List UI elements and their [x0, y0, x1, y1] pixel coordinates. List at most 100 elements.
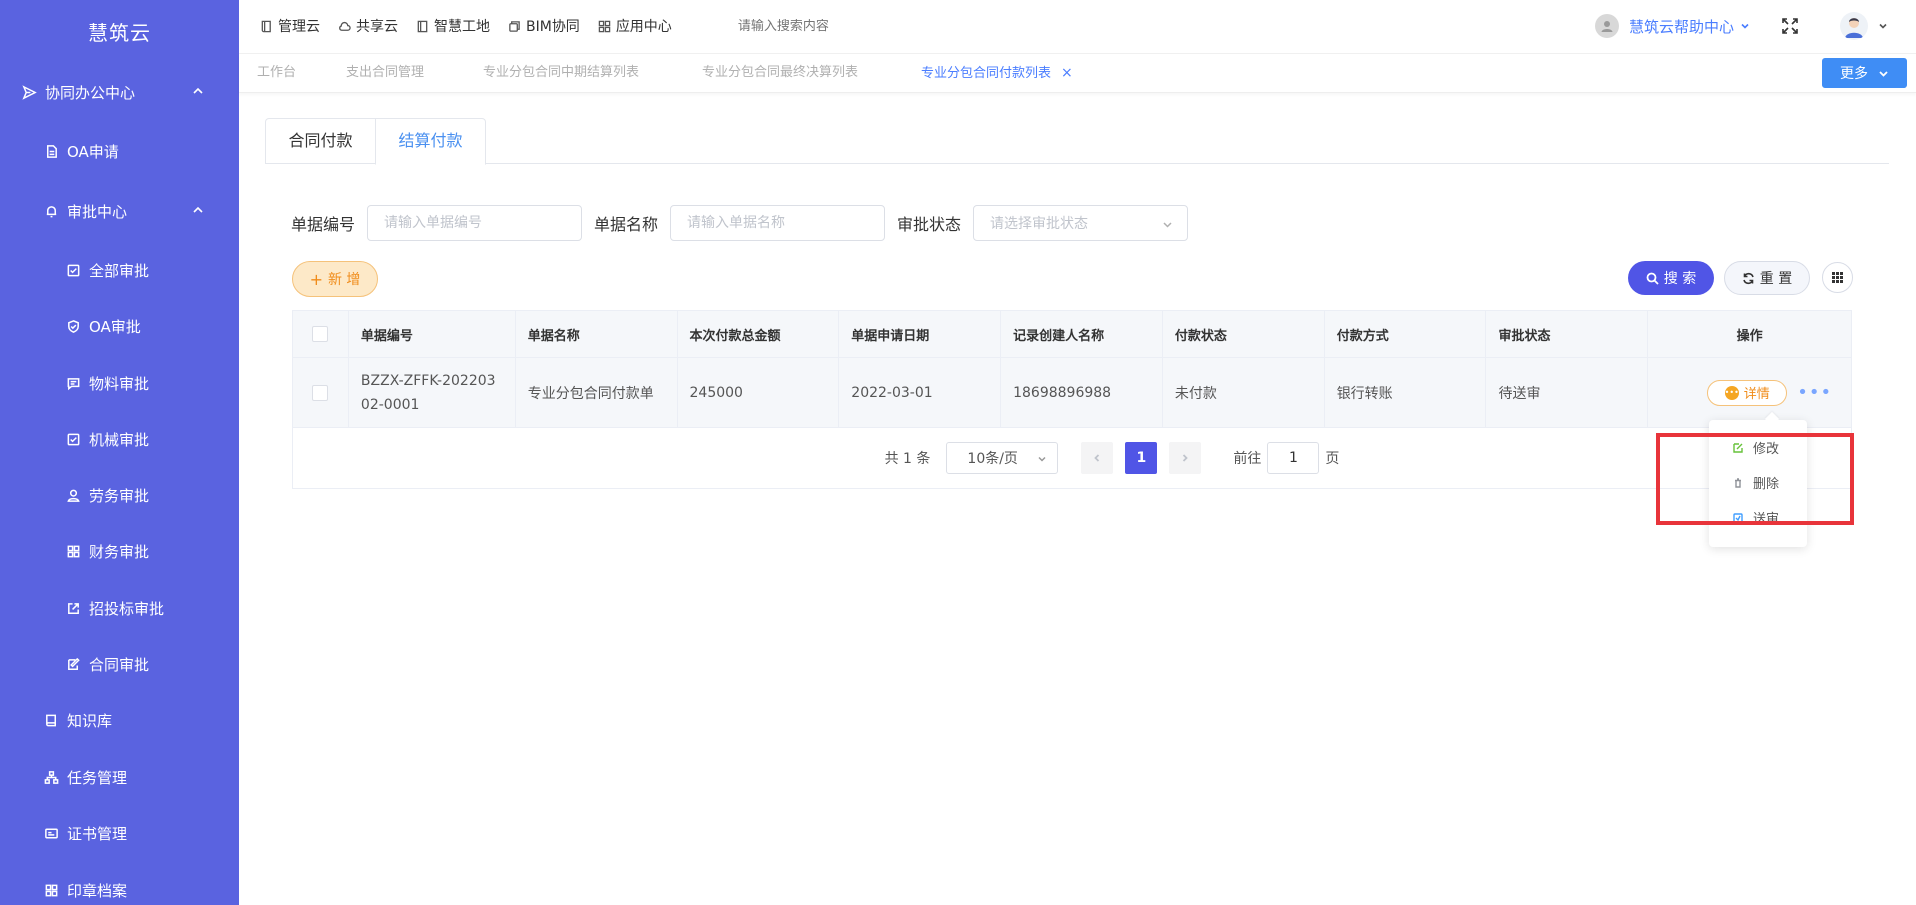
sidebar-item-all-approvals[interactable]: 全部审批: [0, 250, 239, 290]
search-label: 搜 索: [1663, 271, 1697, 287]
sidebar-item-approval-center[interactable]: 审批中心: [0, 191, 239, 231]
goto-page-input[interactable]: [1267, 442, 1320, 474]
chevron-down-icon: [1038, 456, 1046, 462]
sidebar-item-contract-approval[interactable]: 合同审批: [0, 644, 239, 684]
refresh-icon: [1742, 272, 1754, 284]
sidebar-item-bidding-approval[interactable]: 招投标审批: [0, 588, 239, 628]
fullscreen-icon[interactable]: [1780, 16, 1800, 36]
bell-icon: [43, 203, 59, 219]
topnav-label: 共享云: [356, 19, 398, 35]
add-label: 新 增: [327, 272, 361, 288]
grid-icon: [65, 543, 81, 559]
doc-name-input[interactable]: [670, 205, 886, 241]
sidebar-item-collab-office[interactable]: 协同办公中心: [0, 72, 239, 112]
tab-contract-payment[interactable]: 合同付款: [265, 118, 376, 164]
trash-icon: [1735, 477, 1741, 488]
cell-doc-name: 专业分包合同付款单: [516, 358, 678, 427]
sidebar-item-oa-approval[interactable]: OA审批: [0, 306, 239, 346]
app-logo: 慧筑云: [88, 20, 151, 45]
topnav-bim[interactable]: BIM协同: [508, 16, 580, 36]
book-icon: [261, 20, 271, 32]
tab-payment-list[interactable]: 专业分包合同付款列表 ×: [921, 54, 1073, 94]
user-avatar[interactable]: [1840, 12, 1868, 40]
main-content: 合同付款 结算付款 单据编号 单据名称 审批状态 请选择审批状态 + 新 增 搜…: [265, 118, 1889, 489]
topnav-label: 管理云: [278, 19, 320, 35]
sidebar-item-task-management[interactable]: 任务管理: [0, 757, 239, 797]
topnav-management-cloud[interactable]: 管理云: [260, 16, 320, 36]
topnav-share-cloud[interactable]: 共享云: [338, 16, 398, 36]
select-all-checkbox[interactable]: [312, 326, 329, 342]
tab-interim-settlement[interactable]: 专业分包合同中期结算列表: [483, 54, 639, 94]
more-label: 更多: [1840, 66, 1868, 82]
sidebar-item-oa-apply[interactable]: OA申请: [0, 131, 239, 171]
page-number-current[interactable]: 1: [1125, 442, 1158, 474]
sidebar-item-label: OA审批: [89, 317, 141, 336]
approval-status-select[interactable]: 请选择审批状态: [973, 205, 1189, 241]
chevron-right-icon: [1183, 454, 1189, 462]
header-cell: 付款状态: [1163, 311, 1325, 357]
cell-pay-method: 银行转账: [1325, 358, 1487, 427]
document-icon: [43, 143, 59, 159]
sidebar-item-machine-approval[interactable]: 机械审批: [0, 419, 239, 459]
column-settings-button[interactable]: [1822, 262, 1853, 293]
chevron-left-icon: [1094, 454, 1100, 462]
prev-page-button[interactable]: [1081, 442, 1114, 474]
search-icon: [1646, 272, 1659, 285]
share-icon: [65, 600, 81, 616]
menu-item-delete[interactable]: 删除: [1733, 473, 1779, 492]
menu-item-label: 删除: [1753, 477, 1780, 492]
topnav-label: 应用中心: [615, 19, 672, 35]
card-icon: [43, 825, 59, 841]
chevron-down-icon[interactable]: [1878, 17, 1888, 35]
header-cell: 本次付款总金额: [678, 311, 840, 357]
goto-prefix: 前往: [1233, 451, 1262, 467]
top-nav: 管理云 共享云 智慧工地 BIM协同 应用中心: [260, 16, 958, 36]
page-size-select[interactable]: 10条/页: [946, 442, 1059, 474]
tab-expense-contracts[interactable]: 支出合同管理: [346, 54, 424, 94]
close-icon[interactable]: ×: [1061, 65, 1073, 81]
hierarchy-icon: [43, 769, 59, 785]
more-actions-icon[interactable]: •••: [1797, 382, 1832, 403]
topnav-smart-site[interactable]: 智慧工地: [416, 16, 490, 36]
menu-item-submit[interactable]: 送审: [1733, 508, 1779, 527]
sidebar-item-knowledge-base[interactable]: 知识库: [0, 700, 239, 740]
checkbox-icon: [65, 262, 81, 278]
detail-button[interactable]: ••• 详情: [1707, 379, 1788, 406]
sidebar-item-label: 审批中心: [67, 202, 128, 221]
cloud-icon: [339, 21, 351, 31]
help-avatar-icon: [1594, 14, 1619, 38]
table-row[interactable]: BZZX-ZFFK-20220302-0001 专业分包合同付款单 245000…: [293, 358, 1851, 428]
row-checkbox[interactable]: [312, 384, 329, 401]
add-button[interactable]: + 新 增: [292, 261, 378, 297]
header-cell: 操作: [1736, 328, 1763, 344]
pagination: 共 1 条 10条/页 1 前往 页: [293, 428, 1851, 488]
search-button[interactable]: 搜 索: [1628, 261, 1714, 295]
cell-pay-status: 未付款: [1163, 358, 1325, 427]
detail-label: 详情: [1743, 387, 1770, 402]
next-page-button[interactable]: [1169, 442, 1202, 474]
pagination-total: 共 1 条: [884, 451, 931, 467]
tab-workbench[interactable]: 工作台: [257, 54, 296, 94]
sidebar-item-material-approval[interactable]: 物料审批: [0, 363, 239, 403]
topnav-app-center[interactable]: 应用中心: [598, 16, 672, 36]
sidebar-item-finance-approval[interactable]: 财务审批: [0, 531, 239, 571]
select-placeholder: 请选择审批状态: [990, 216, 1089, 232]
sidebar-item-labor-approval[interactable]: 劳务审批: [0, 475, 239, 515]
header-cell: 单据名称: [516, 311, 678, 357]
more-tabs-button[interactable]: 更多: [1822, 58, 1907, 88]
doc-code-input[interactable]: [367, 205, 583, 241]
menu-item-edit[interactable]: 修改: [1733, 438, 1779, 457]
sidebar-item-certificate-management[interactable]: 证书管理: [0, 813, 239, 853]
reset-button[interactable]: 重 置: [1724, 261, 1810, 295]
tab-final-settlement[interactable]: 专业分包合同最终决算列表: [702, 54, 858, 94]
help-center-menu[interactable]: 慧筑云帮助中心: [1594, 14, 1750, 38]
filter-code-label: 单据编号: [291, 215, 356, 234]
row-checkbox-cell: [293, 358, 349, 427]
sidebar-item-seal-archive[interactable]: 印章档案: [0, 870, 239, 905]
tab-settlement-payment[interactable]: 结算付款: [375, 118, 486, 165]
global-search-input[interactable]: [737, 18, 958, 34]
chevron-down-icon: [1734, 17, 1750, 35]
header-cell: 付款方式: [1325, 311, 1487, 357]
cell-actions: ••• 详情 •••: [1648, 358, 1851, 427]
row-actions-menu: 修改 删除 送审: [1709, 420, 1807, 547]
